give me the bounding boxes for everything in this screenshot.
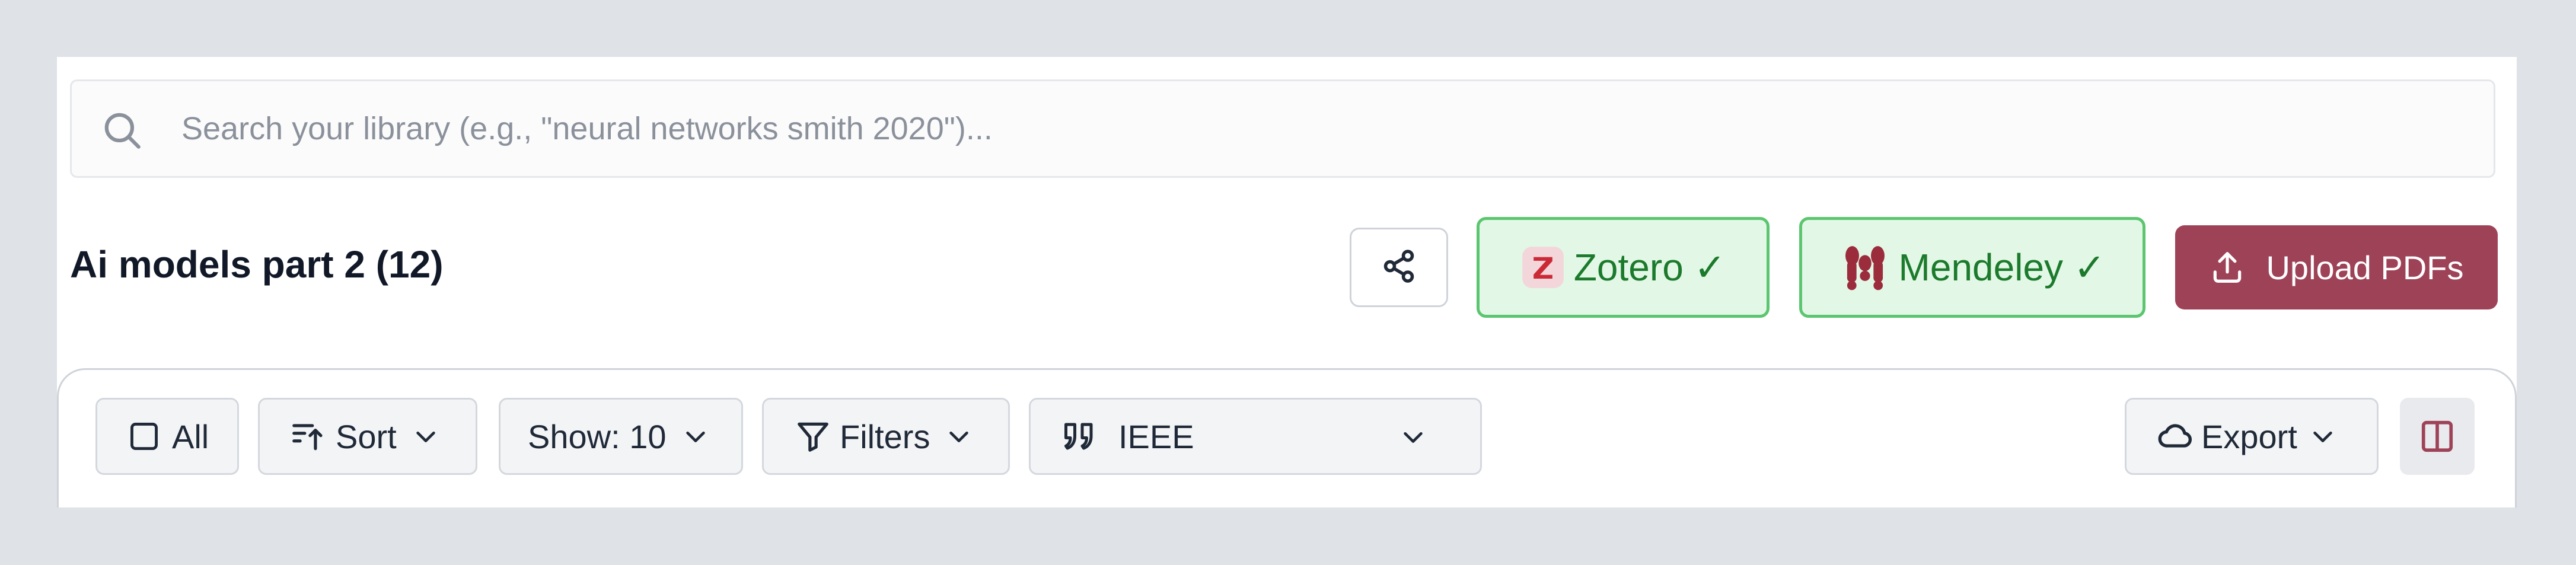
chevron-down-icon — [1399, 423, 1427, 451]
export-button[interactable]: Export — [2125, 398, 2379, 475]
collection-title: Ai models part 2 (12) — [70, 243, 444, 286]
select-all-button[interactable]: All — [95, 398, 239, 475]
search-bar — [70, 79, 2495, 178]
upload-pdfs-button[interactable]: Upload PDFs — [2175, 225, 2498, 309]
chevron-down-icon — [412, 423, 439, 450]
page-size-label: Show: 10 — [528, 417, 667, 455]
share-icon — [1381, 248, 1417, 287]
checkbox-icon — [127, 419, 161, 454]
sort-label: Sort — [336, 417, 397, 455]
split-view-toggle[interactable] — [2400, 398, 2475, 475]
sort-button[interactable]: Sort — [258, 398, 477, 475]
chevron-down-icon — [945, 423, 973, 450]
filter-icon — [795, 418, 831, 455]
upload-label: Upload PDFs — [2266, 248, 2464, 286]
citation-style-select[interactable]: IEEE — [1029, 398, 1482, 475]
mendeley-logo-icon — [1839, 242, 1890, 293]
library-toolbar: All Sort Show: 10 Filters IEEE Export — [57, 368, 2517, 507]
search-icon — [100, 108, 144, 152]
zotero-logo-icon — [1520, 245, 1566, 290]
mendeley-sync-button[interactable]: Mendeley ✓ — [1799, 217, 2145, 318]
split-view-icon — [2419, 418, 2456, 455]
zotero-sync-button[interactable]: Zotero ✓ — [1477, 217, 1770, 318]
chevron-down-icon — [2309, 423, 2336, 450]
library-panel: Ai models part 2 (12) Zotero ✓ Mendeley … — [57, 57, 2517, 507]
quote-icon — [1061, 419, 1097, 454]
upload-icon — [2209, 249, 2246, 286]
cloud-icon — [2156, 417, 2194, 455]
chevron-down-icon — [682, 423, 709, 450]
filters-label: Filters — [840, 417, 930, 455]
filters-button[interactable]: Filters — [762, 398, 1010, 475]
select-all-label: All — [172, 417, 209, 455]
mendeley-label: Mendeley ✓ — [1898, 245, 2106, 289]
page-size-select[interactable]: Show: 10 — [499, 398, 743, 475]
citation-style-value: IEEE — [1118, 417, 1194, 455]
share-button[interactable] — [1350, 228, 1448, 307]
zotero-label: Zotero ✓ — [1573, 245, 1726, 289]
search-input[interactable] — [181, 81, 2435, 176]
export-label: Export — [2201, 417, 2297, 455]
sort-icon — [289, 418, 326, 455]
